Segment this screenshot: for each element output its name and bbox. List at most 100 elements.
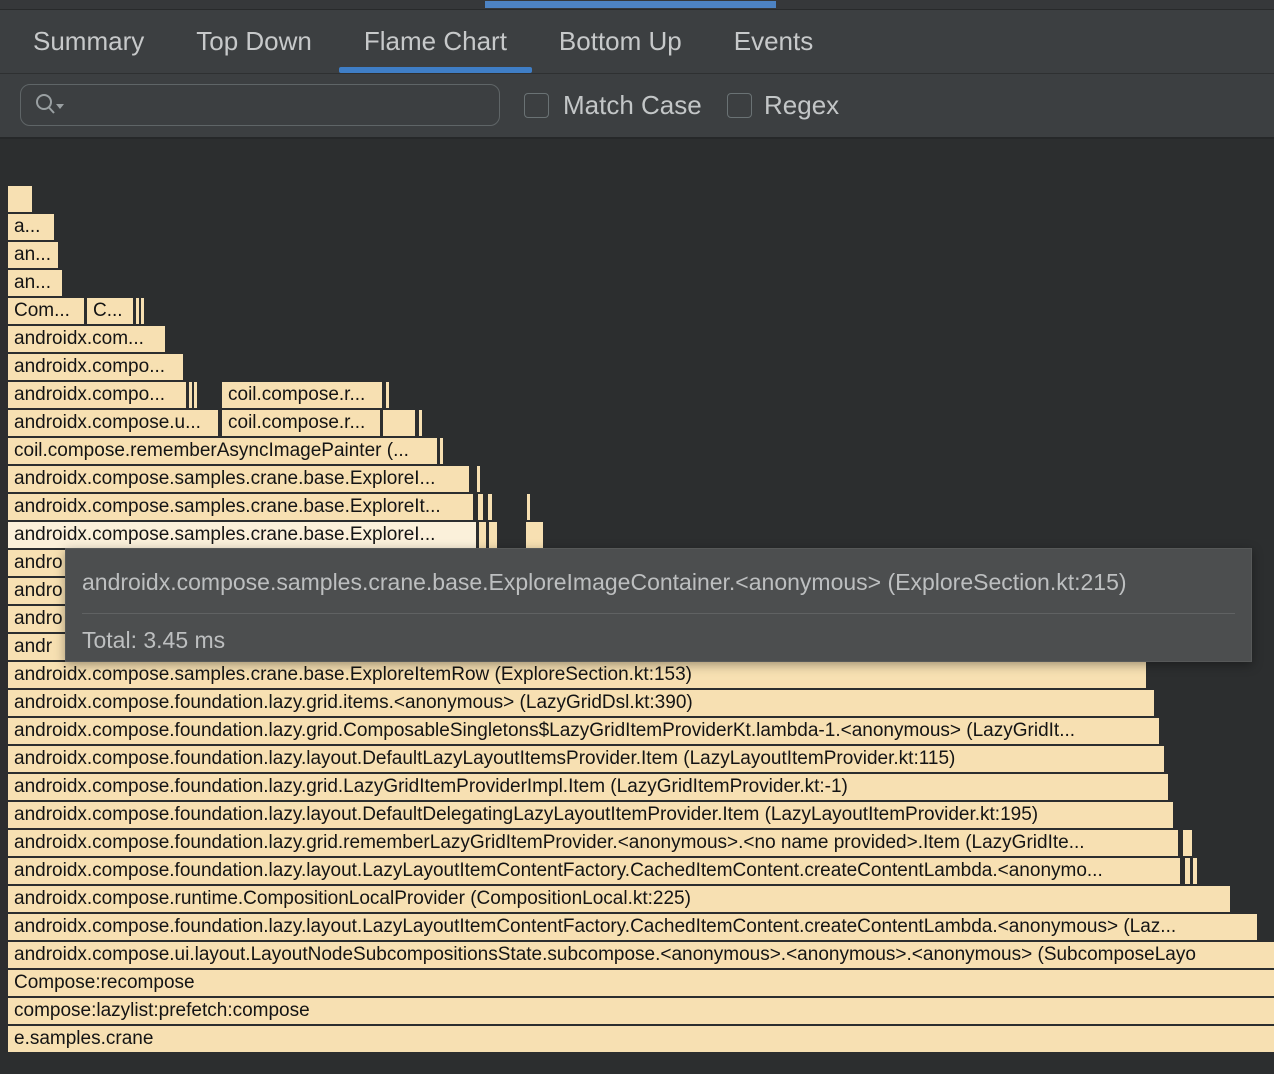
flame-bar[interactable]: androidx.compose.runtime.CompositionLoca… xyxy=(8,886,1230,912)
search-box[interactable] xyxy=(20,84,500,126)
search-input[interactable] xyxy=(67,91,499,119)
flame-chart[interactable]: androidx.compose.samples.crane.base.Expl… xyxy=(0,139,1274,1074)
flame-bar-label: androidx.compose.foundation.lazy.grid.re… xyxy=(8,830,1178,856)
timeline-strip xyxy=(0,0,1274,10)
tab-top-down[interactable]: Top Down xyxy=(171,10,337,73)
flame-bar-label: androidx.compose.samples.crane.base.Expl… xyxy=(8,466,469,492)
flame-bar-label: androidx.com... xyxy=(8,326,165,352)
flame-bar[interactable]: androidx.compose.foundation.lazy.layout.… xyxy=(8,914,1257,940)
flame-bar-label: androidx.compose.foundation.lazy.grid.Co… xyxy=(8,718,1159,744)
flame-bar-thin[interactable] xyxy=(1185,858,1190,884)
analysis-tab-bar: Summary Top Down Flame Chart Bottom Up E… xyxy=(0,10,1274,74)
flame-bar-thin[interactable] xyxy=(194,382,197,408)
flame-bar-thin[interactable] xyxy=(440,438,443,464)
flame-bar-thin[interactable] xyxy=(8,186,32,212)
flame-bar-thin[interactable] xyxy=(136,298,139,324)
flame-bar[interactable]: androidx.compose.foundation.lazy.layout.… xyxy=(8,858,1180,884)
flame-bar-label: Com... xyxy=(8,298,84,324)
tab-bottom-up[interactable]: Bottom Up xyxy=(534,10,707,73)
flame-bar[interactable]: androidx.compose.samples.crane.base.Expl… xyxy=(8,494,473,520)
flame-bar-label: androidx.compo... xyxy=(8,354,183,380)
regex-label[interactable]: Regex xyxy=(764,74,839,137)
flame-bar-label: androidx.compose.runtime.CompositionLoca… xyxy=(8,886,1230,912)
flame-bar[interactable]: C... xyxy=(87,298,133,324)
tooltip-total-time: Total: 3.45 ms xyxy=(82,627,1235,654)
flame-bar-label: androidx.compose.samples.crane.base.Expl… xyxy=(8,494,473,520)
flame-bar[interactable]: e.samples.crane xyxy=(8,1026,1274,1052)
flame-bar-label: androidx.compose.foundation.lazy.layout.… xyxy=(8,914,1257,940)
flame-bar-thin[interactable] xyxy=(478,494,483,520)
profiler-flame-chart-pane: { "tabs": [ {"label": "Summary", "select… xyxy=(0,0,1274,1072)
match-case-checkbox[interactable] xyxy=(524,93,549,118)
flame-bar-label: an... xyxy=(8,242,58,268)
flame-bar[interactable]: androidx.compo... xyxy=(8,382,186,408)
tab-summary[interactable]: Summary xyxy=(8,10,169,73)
flame-bar-label: Compose:recompose xyxy=(8,970,1274,996)
tab-flame-chart[interactable]: Flame Chart xyxy=(339,10,532,73)
flame-bar[interactable]: androidx.compose.samples.crane.base.Expl… xyxy=(8,466,469,492)
tooltip-divider xyxy=(82,613,1235,614)
search-icon[interactable] xyxy=(33,92,67,118)
filter-row: Match Case Regex xyxy=(0,74,1274,139)
chevron-down-icon xyxy=(56,104,64,109)
flame-bar-thin[interactable] xyxy=(526,522,543,548)
flame-bar-thin[interactable] xyxy=(477,466,480,492)
flame-bar[interactable]: coil.compose.r... xyxy=(222,410,380,436)
flame-bar-thin[interactable] xyxy=(488,494,492,520)
regex-checkbox[interactable] xyxy=(727,93,752,118)
flame-bar-thin[interactable] xyxy=(383,410,415,436)
flame-bar[interactable]: Compose:recompose xyxy=(8,970,1274,996)
flame-bar-label: C... xyxy=(87,298,133,324)
flame-bar[interactable]: androidx.compose.samples.crane.base.Expl… xyxy=(8,662,1146,688)
flame-bar[interactable]: an... xyxy=(8,242,58,268)
flame-bar-thin[interactable] xyxy=(1193,858,1197,884)
flame-bar[interactable]: androidx.compo... xyxy=(8,354,183,380)
flame-bar-label: androidx.compose.foundation.lazy.grid.it… xyxy=(8,690,1154,716)
flame-bar[interactable]: androidx.com... xyxy=(8,326,165,352)
flame-bar-label: androidx.compose.samples.crane.base.Expl… xyxy=(8,662,1146,688)
tooltip-frame-name: androidx.compose.samples.crane.base.Expl… xyxy=(82,569,1235,596)
flame-bar-thin[interactable] xyxy=(527,494,530,520)
flame-bar[interactable]: androidx.compose.foundation.lazy.grid.it… xyxy=(8,690,1154,716)
flame-bar[interactable]: coil.compose.r... xyxy=(222,382,382,408)
flame-bar[interactable]: androidx.compose.samples.crane.base.Expl… xyxy=(8,522,476,548)
flame-bar-label: androidx.compose.foundation.lazy.layout.… xyxy=(8,802,1173,828)
flame-bar-label: coil.compose.rememberAsyncImagePainter (… xyxy=(8,438,437,464)
flame-bar-label: e.samples.crane xyxy=(8,1026,1274,1052)
flame-bar[interactable]: coil.compose.rememberAsyncImagePainter (… xyxy=(8,438,437,464)
flame-bar-label: androidx.compose.foundation.lazy.layout.… xyxy=(8,746,1164,772)
flame-bar-thin[interactable] xyxy=(419,410,422,436)
flame-bar[interactable]: androidx.compose.u... xyxy=(8,410,218,436)
flame-bar-thin[interactable] xyxy=(386,382,389,408)
flame-bar-label: androidx.compose.foundation.lazy.layout.… xyxy=(8,858,1180,884)
flame-bar[interactable]: androidx.compose.foundation.lazy.grid.Co… xyxy=(8,718,1159,744)
flame-bar[interactable]: androidx.compose.ui.layout.LayoutNodeSub… xyxy=(8,942,1274,968)
flame-bar-label: androidx.compose.u... xyxy=(8,410,218,436)
flame-bar-label: coil.compose.r... xyxy=(222,410,380,436)
flame-bar-label: androidx.compose.foundation.lazy.grid.La… xyxy=(8,774,1168,800)
flame-bar-thin[interactable] xyxy=(489,522,497,548)
flame-bar[interactable]: a... xyxy=(8,214,54,240)
flame-bar[interactable]: an... xyxy=(8,270,62,296)
timeline-selected-range[interactable] xyxy=(485,1,776,8)
flame-bar-label: androidx.compose.samples.crane.base.Expl… xyxy=(8,522,476,548)
flame-tooltip: androidx.compose.samples.crane.base.Expl… xyxy=(65,548,1252,662)
flame-bar-label: androidx.compose.ui.layout.LayoutNodeSub… xyxy=(8,942,1274,968)
flame-bar[interactable]: Com... xyxy=(8,298,84,324)
flame-bar-thin[interactable] xyxy=(479,522,486,548)
flame-bar-label: androidx.compo... xyxy=(8,382,186,408)
flame-bar-thin[interactable] xyxy=(1183,830,1192,856)
flame-bar-label: compose:lazylist:prefetch:compose xyxy=(8,998,1274,1024)
flame-bar-thin[interactable] xyxy=(189,382,192,408)
flame-bar-label: a... xyxy=(8,214,54,240)
flame-bar[interactable]: androidx.compose.foundation.lazy.layout.… xyxy=(8,802,1173,828)
flame-bar[interactable]: androidx.compose.foundation.lazy.layout.… xyxy=(8,746,1164,772)
flame-bar[interactable]: compose:lazylist:prefetch:compose xyxy=(8,998,1274,1024)
flame-bar-label: coil.compose.r... xyxy=(222,382,382,408)
flame-bar-thin[interactable] xyxy=(141,298,144,324)
tab-events[interactable]: Events xyxy=(709,10,839,73)
match-case-label[interactable]: Match Case xyxy=(563,74,702,137)
flame-bar[interactable]: androidx.compose.foundation.lazy.grid.re… xyxy=(8,830,1178,856)
flame-bar-label: an... xyxy=(8,270,62,296)
flame-bar[interactable]: androidx.compose.foundation.lazy.grid.La… xyxy=(8,774,1168,800)
